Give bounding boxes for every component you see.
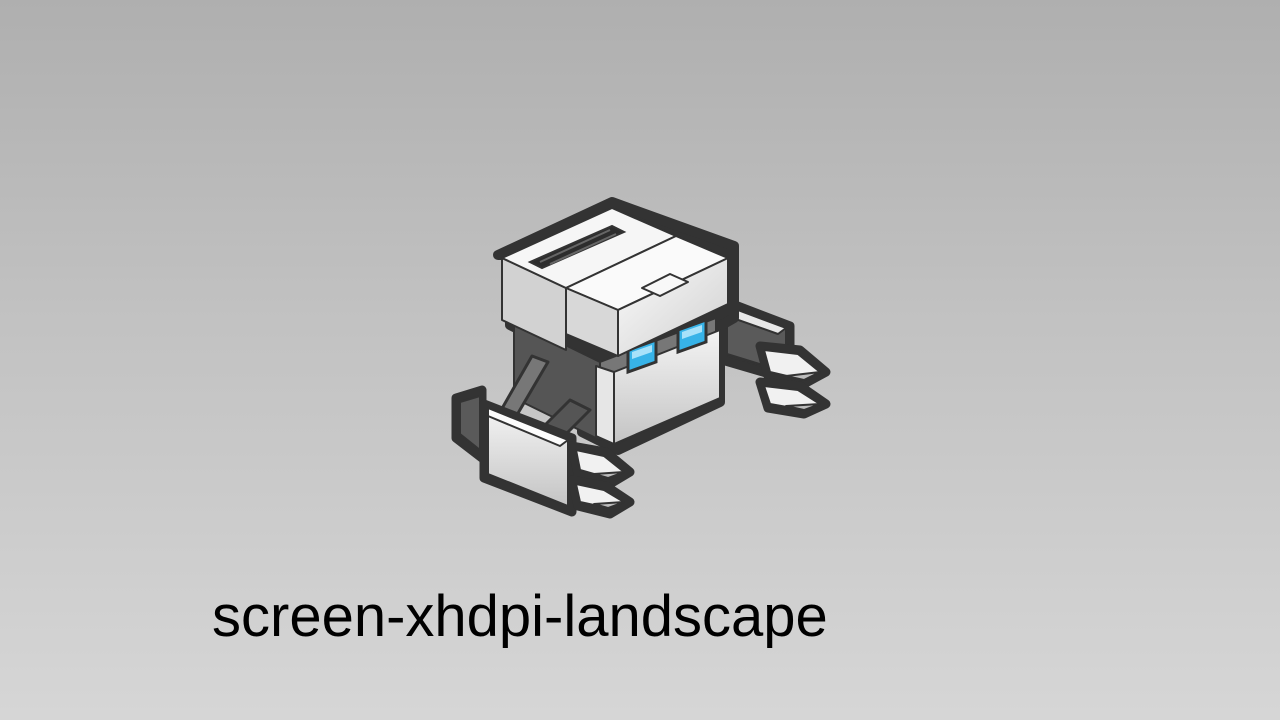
robot-logo-icon xyxy=(451,197,831,519)
splash-screen: screen-xhdpi-landscape xyxy=(0,0,1280,720)
screen-caption: screen-xhdpi-landscape xyxy=(212,584,828,649)
